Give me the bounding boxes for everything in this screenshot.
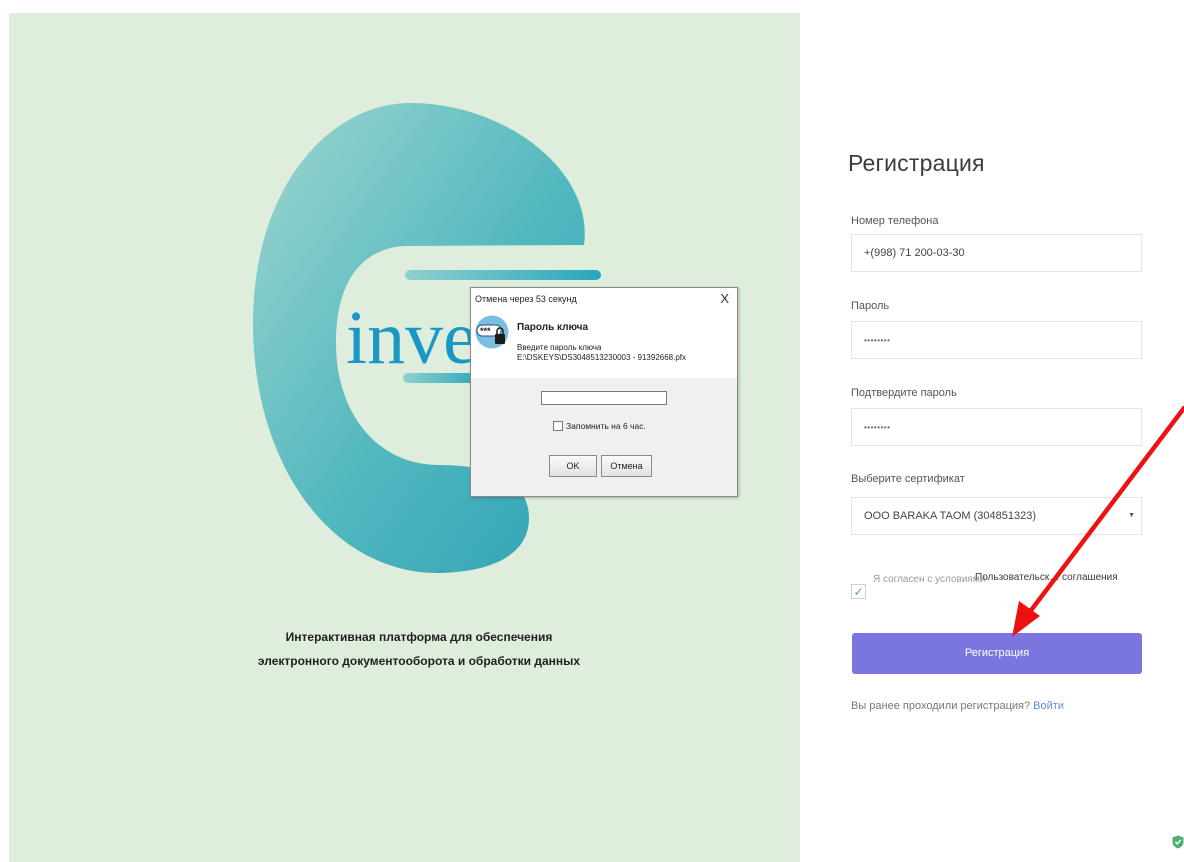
password-value: •••••••• <box>864 336 891 345</box>
phone-field[interactable]: +(998) 71 200-03-30 <box>851 234 1142 272</box>
dialog-header: Отмена через 53 секунд X *** Пароль ключ… <box>471 288 737 378</box>
certificate-select[interactable]: ООО BARAKA TAOM (304851323) ▼ <box>851 497 1142 535</box>
tagline-line-2: электронного документооборота и обработк… <box>257 654 581 668</box>
remember-checkbox[interactable]: Запомнить на 6 час. <box>553 421 646 431</box>
certificate-label: Выберите сертификат <box>851 473 965 485</box>
certificate-value: ООО BARAKA TAOM (304851323) <box>864 510 1037 522</box>
phone-value: +(998) 71 200-03-30 <box>864 247 965 259</box>
remember-label: Запомнить на 6 час. <box>566 421 646 431</box>
key-password-input[interactable] <box>541 391 667 405</box>
dialog-heading: Пароль ключа <box>517 322 589 333</box>
password-label: Пароль <box>851 300 890 312</box>
login-link[interactable]: Войти <box>1033 700 1064 712</box>
login-prompt: Вы ранее проходили регистрация? Войти <box>851 700 1064 712</box>
logo-text: inve <box>346 296 477 380</box>
tagline-line-1: Интерактивная платформа для обеспечения <box>285 630 553 644</box>
key-lock-icon: *** <box>475 315 509 349</box>
password-field[interactable]: •••••••• <box>851 321 1142 359</box>
dialog-prompt: Введите пароль ключа <box>517 343 602 352</box>
logo-bar-top <box>405 270 601 280</box>
ok-button[interactable]: OK <box>549 455 597 477</box>
login-prompt-text: Вы ранее проходили регистрация? <box>851 700 1031 712</box>
remember-checkbox-box[interactable] <box>553 421 563 431</box>
cancel-button[interactable]: Отмена <box>601 455 652 477</box>
phone-label: Номер телефона <box>851 215 939 227</box>
confirm-password-field[interactable]: •••••••• <box>851 408 1142 446</box>
tagline: Интерактивная платформа для обеспечения … <box>239 625 599 673</box>
confirm-password-value: •••••••• <box>864 423 891 432</box>
shield-check-icon <box>1172 835 1184 849</box>
agree-text: Я согласен с условиями <box>873 574 986 585</box>
key-icon-text: *** <box>480 326 491 336</box>
dropdown-arrow-icon: ▼ <box>1128 512 1135 519</box>
dialog-key-path: E:\DSKEYS\DS3048513230003 - 91392668.pfx <box>517 353 687 362</box>
close-icon[interactable]: X <box>720 291 729 306</box>
page-title: Регистрация <box>848 150 985 176</box>
agree-checkbox[interactable]: ✓ <box>851 584 866 599</box>
dialog-title: Отмена через 53 секунд <box>475 294 577 304</box>
register-button[interactable]: Регистрация <box>852 633 1142 674</box>
key-password-dialog: Отмена через 53 секунд X *** Пароль ключ… <box>470 287 738 497</box>
confirm-password-label: Подтвердите пароль <box>851 387 957 399</box>
user-agreement-link[interactable]: Пользовательск… соглашения <box>975 572 1118 583</box>
